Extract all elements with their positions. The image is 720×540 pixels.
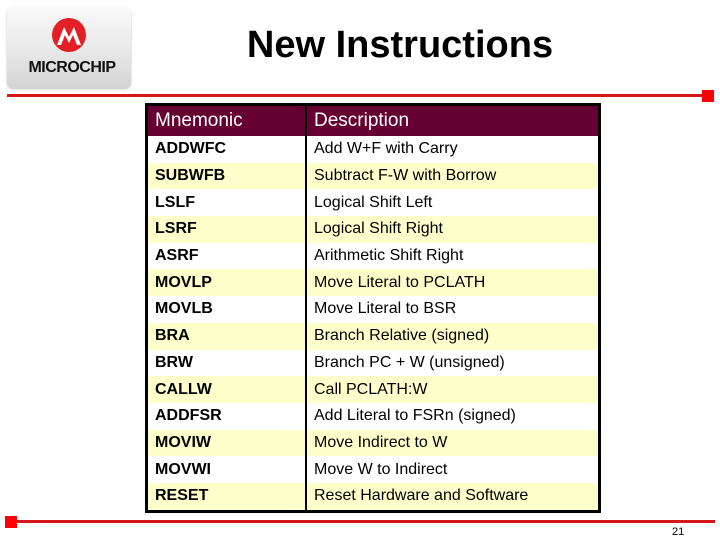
top-divider-marker [702,90,714,102]
mnemonic-cell: SUBWFB [146,162,307,190]
description-cell: Subtract F-W with Borrow [306,162,601,190]
mnemonic-cell: ADDFSR [146,402,307,430]
mnemonic-cell: BRA [146,322,307,350]
description-cell: Move Indirect to W [306,429,601,457]
table-row: ASRF Arithmetic Shift Right [146,242,601,270]
table-row: CALLW Call PCLATH:W [146,376,601,403]
mnemonic-cell: ADDWFC [146,136,307,163]
microchip-logo: MICROCHIP [7,7,131,88]
description-cell: Logical Shift Right [306,216,601,243]
column-header-description: Description [306,104,601,136]
table-row: MOVLP Move Literal to PCLATH [146,269,601,297]
mnemonic-cell: MOVLB [146,296,307,323]
instructions-table: Mnemonic Description ADDWFC Add W+F with … [145,103,601,513]
description-cell: Add Literal to FSRn (signed) [306,402,601,430]
microchip-logo-icon [52,18,86,52]
slide-title: New Instructions [246,24,554,66]
description-cell: Branch Relative (signed) [306,322,601,350]
logo-text: MICROCHIP [28,59,116,76]
page-number: 21 [672,526,685,538]
description-cell: Move Literal to PCLATH [306,269,601,297]
table-row: SUBWFB Subtract F-W with Borrow [146,162,601,190]
table-row: MOVIW Move Indirect to W [146,429,601,457]
table-row: MOVLB Move Literal to BSR [146,296,601,323]
description-cell: Move Literal to BSR [306,296,601,323]
mnemonic-cell: MOVLP [146,269,307,297]
bottom-divider [10,520,715,523]
table-header-row: Mnemonic Description [146,104,601,136]
description-cell: Logical Shift Left [306,189,601,217]
mnemonic-cell: LSRF [146,216,307,243]
description-cell: Reset Hardware and Software [306,482,601,512]
description-cell: Add W+F with Carry [306,136,601,163]
description-cell: Arithmetic Shift Right [306,242,601,270]
mnemonic-cell: CALLW [146,376,307,403]
mnemonic-cell: BRW [146,349,307,377]
mnemonic-cell: ASRF [146,242,307,270]
table-row: MOVWI Move W to Indirect [146,456,601,483]
table-row: ADDWFC Add W+F with Carry [146,136,601,163]
table-row: BRA Branch Relative (signed) [146,322,601,350]
mnemonic-cell: MOVWI [146,456,307,483]
top-divider [7,94,707,97]
table-row: LSRF Logical Shift Right [146,216,601,243]
mnemonic-cell: LSLF [146,189,307,217]
mnemonic-cell: MOVIW [146,429,307,457]
mnemonic-cell: RESET [146,482,307,512]
table-row: RESET Reset Hardware and Software [146,482,601,512]
description-cell: Call PCLATH:W [306,376,601,403]
table-row: ADDFSR Add Literal to FSRn (signed) [146,402,601,430]
table-row: BRW Branch PC + W (unsigned) [146,349,601,377]
description-cell: Move W to Indirect [306,456,601,483]
table-row: LSLF Logical Shift Left [146,189,601,217]
description-cell: Branch PC + W (unsigned) [306,349,601,377]
column-header-mnemonic: Mnemonic [146,104,307,136]
bottom-divider-marker [5,516,17,528]
